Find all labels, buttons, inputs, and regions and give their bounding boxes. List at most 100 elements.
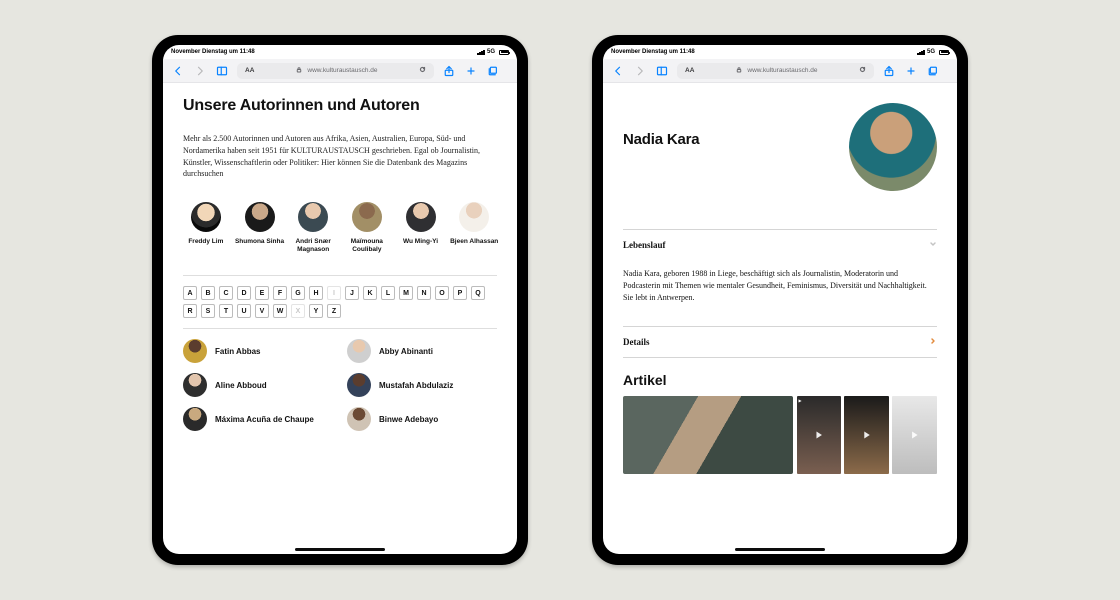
author-list-item[interactable]: Máxima Acuña de Chaupe — [183, 407, 333, 431]
article-thumb[interactable]: ▶ — [797, 396, 842, 474]
article-hero[interactable] — [623, 396, 793, 474]
author-list-item[interactable]: Abby Abinanti — [347, 339, 497, 363]
author-name: Bjeen Alhassan — [449, 238, 499, 246]
share-button[interactable] — [882, 64, 896, 78]
author-name: Andri Snær Magnason — [288, 238, 338, 254]
alpha-letter-Z[interactable]: Z — [327, 304, 341, 318]
author-name: Máxima Acuña de Chaupe — [215, 415, 314, 424]
section-articles-heading: Artikel — [623, 372, 937, 388]
author-name: Shumona Sinha — [235, 238, 285, 246]
featured-author[interactable]: Andri Snær Magnason — [288, 202, 338, 254]
refresh-icon[interactable] — [419, 66, 426, 75]
alpha-letter-N[interactable]: N — [417, 286, 431, 300]
article-thumb[interactable] — [892, 396, 937, 474]
alpha-letter-U[interactable]: U — [237, 304, 251, 318]
author-portrait — [849, 103, 937, 191]
intro-text: Mehr als 2.500 Autorinnen und Autoren au… — [183, 133, 481, 179]
lock-icon — [736, 67, 742, 75]
status-network: 5G — [927, 49, 935, 55]
alpha-letter-T[interactable]: T — [219, 304, 233, 318]
author-list-item[interactable]: Aline Abboud — [183, 373, 333, 397]
author-name: Aline Abboud — [215, 381, 267, 390]
battery-icon — [499, 50, 509, 55]
author-list-item[interactable]: Mustafah Abdulaziz — [347, 373, 497, 397]
sidebar-icon[interactable] — [215, 64, 229, 78]
avatar — [459, 202, 489, 232]
article-thumb[interactable] — [844, 396, 889, 474]
accordion-cv[interactable]: Lebenslauf — [623, 230, 937, 260]
reader-aa[interactable]: AA — [245, 67, 254, 74]
alpha-letter-V[interactable]: V — [255, 304, 269, 318]
status-time: November Dienstag um 11:48 — [611, 49, 695, 55]
tablet-device-right: November Dienstag um 11:48 5G AA www.kul… — [592, 35, 968, 565]
chevron-down-icon — [929, 240, 937, 250]
sidebar-icon[interactable] — [655, 64, 669, 78]
alpha-letter-C[interactable]: C — [219, 286, 233, 300]
home-indicator[interactable] — [735, 548, 825, 551]
avatar — [347, 339, 371, 363]
alpha-letter-H[interactable]: H — [309, 286, 323, 300]
alphabet-filter: ABCDEFGHIJKLMNOPQRSTUVWXYZ — [183, 275, 497, 329]
alpha-letter-J[interactable]: J — [345, 286, 359, 300]
alpha-letter-P[interactable]: P — [453, 286, 467, 300]
reader-aa[interactable]: AA — [685, 67, 694, 74]
author-name: Binwe Adebayo — [379, 415, 438, 424]
avatar — [191, 202, 221, 232]
featured-author[interactable]: Wu Ming-Yi — [396, 202, 446, 254]
alpha-letter-B[interactable]: B — [201, 286, 215, 300]
author-name: Mustafah Abdulaziz — [379, 381, 453, 390]
alpha-letter-R[interactable]: R — [183, 304, 197, 318]
refresh-icon[interactable] — [859, 66, 866, 75]
back-button[interactable] — [611, 64, 625, 78]
author-list-item[interactable]: Binwe Adebayo — [347, 407, 497, 431]
tabs-button[interactable] — [486, 64, 500, 78]
author-results: Fatin Abbas Abby Abinanti Aline Abboud M… — [183, 339, 497, 431]
alpha-letter-W[interactable]: W — [273, 304, 287, 318]
cellular-icon — [917, 50, 925, 55]
browser-toolbar: AA www.kulturaustausch.de — [163, 59, 517, 83]
new-tab-button[interactable] — [464, 64, 478, 78]
author-list-item[interactable]: Fatin Abbas — [183, 339, 333, 363]
forward-button[interactable] — [193, 64, 207, 78]
alpha-letter-G[interactable]: G — [291, 286, 305, 300]
alpha-letter-M[interactable]: M — [399, 286, 413, 300]
featured-author[interactable]: Shumona Sinha — [235, 202, 285, 254]
browser-toolbar: AA www.kulturaustausch.de — [603, 59, 957, 83]
alpha-letter-Y[interactable]: Y — [309, 304, 323, 318]
new-tab-button[interactable] — [904, 64, 918, 78]
alpha-letter-K[interactable]: K — [363, 286, 377, 300]
accordion-details[interactable]: Details — [623, 327, 937, 357]
address-bar[interactable]: AA www.kulturaustausch.de — [677, 63, 874, 79]
alpha-letter-L[interactable]: L — [381, 286, 395, 300]
forward-button[interactable] — [633, 64, 647, 78]
alpha-letter-O[interactable]: O — [435, 286, 449, 300]
articles-row: ▶ — [623, 396, 937, 474]
alpha-letter-S[interactable]: S — [201, 304, 215, 318]
alpha-letter-Q[interactable]: Q — [471, 286, 485, 300]
featured-author[interactable]: Maïmouna Coulibaly — [342, 202, 392, 254]
avatar — [406, 202, 436, 232]
play-icon — [844, 396, 889, 474]
page-title: Unsere Autorinnen und Autoren — [183, 97, 497, 115]
home-indicator[interactable] — [295, 548, 385, 551]
alpha-letter-F[interactable]: F — [273, 286, 287, 300]
lock-icon — [296, 67, 302, 75]
cellular-icon — [477, 50, 485, 55]
author-name: Wu Ming-Yi — [396, 238, 446, 246]
alpha-letter-D[interactable]: D — [237, 286, 251, 300]
back-button[interactable] — [171, 64, 185, 78]
alpha-letter-A[interactable]: A — [183, 286, 197, 300]
featured-author[interactable]: Freddy Lim — [181, 202, 231, 254]
tablet-device-left: November Dienstag um 11:48 5G AA www.kul… — [152, 35, 528, 565]
alpha-letter-E[interactable]: E — [255, 286, 269, 300]
share-button[interactable] — [442, 64, 456, 78]
status-bar: November Dienstag um 11:48 5G — [163, 45, 517, 59]
author-name: Freddy Lim — [181, 238, 231, 246]
accordion-label: Lebenslauf — [623, 240, 666, 250]
address-bar[interactable]: AA www.kulturaustausch.de — [237, 63, 434, 79]
avatar — [347, 407, 371, 431]
featured-authors-row: Freddy Lim Shumona Sinha Andri Snær Magn… — [181, 202, 499, 254]
author-name: Fatin Abbas — [215, 347, 260, 356]
featured-author[interactable]: Bjeen Alhassan — [449, 202, 499, 254]
tabs-button[interactable] — [926, 64, 940, 78]
